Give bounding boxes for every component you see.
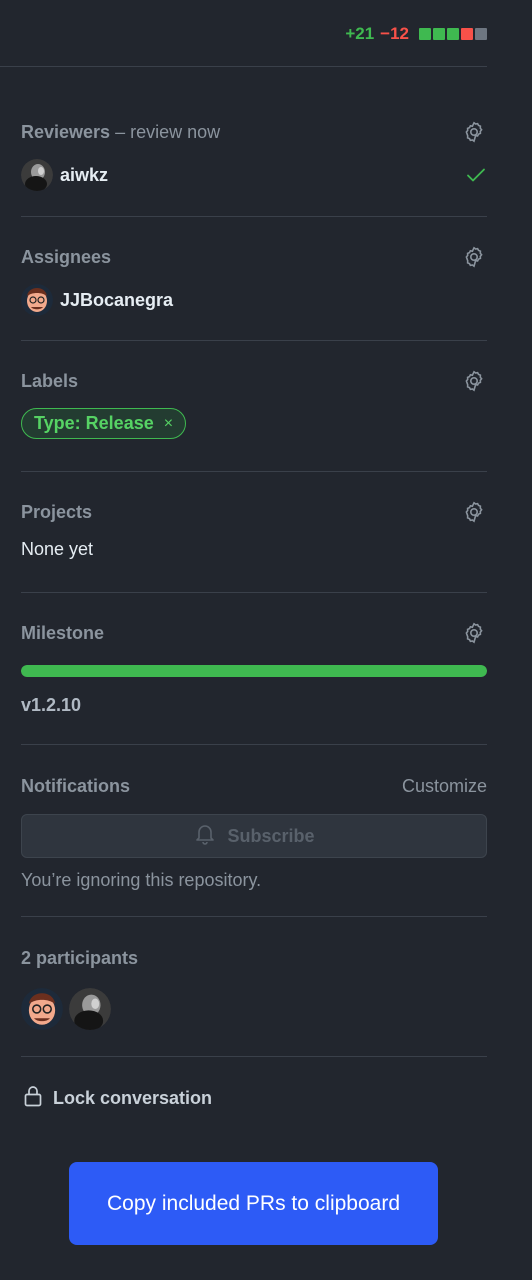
divider xyxy=(21,744,487,745)
projects-title: Projects xyxy=(21,501,93,522)
divider xyxy=(21,916,487,917)
reviewers-title: Reviewers – review now xyxy=(21,121,221,142)
participant-avatar[interactable] xyxy=(21,988,63,1030)
divider xyxy=(0,66,487,67)
assignees-gear-icon[interactable] xyxy=(461,244,487,270)
projects-gear-icon[interactable] xyxy=(461,499,487,525)
diffstat-block xyxy=(447,28,459,40)
subscribe-button[interactable]: Subscribe xyxy=(21,814,487,858)
customize-link[interactable]: Customize xyxy=(402,776,487,797)
additions-count: +21 xyxy=(345,24,375,43)
label-type-release[interactable]: Type: Release × xyxy=(21,408,187,439)
bell-icon xyxy=(193,822,217,851)
divider xyxy=(21,340,487,341)
divider xyxy=(21,1056,487,1057)
avatar xyxy=(21,159,53,191)
copy-prs-button[interactable]: Copy included PRs to clipboard xyxy=(69,1162,438,1245)
remove-label-icon[interactable]: × xyxy=(164,415,173,433)
assignee-name[interactable]: JJBocanegra xyxy=(60,290,173,311)
participants-title: 2 participants xyxy=(21,947,139,968)
divider xyxy=(21,216,487,217)
labels-gear-icon[interactable] xyxy=(461,368,487,394)
label-name: Type: Release xyxy=(34,413,154,433)
milestone-progress-fill xyxy=(21,665,487,677)
diffstat: +21 −12 xyxy=(345,24,487,44)
labels-title: Labels xyxy=(21,370,79,391)
milestone-gear-icon[interactable] xyxy=(461,620,487,646)
subscribe-label: Subscribe xyxy=(227,825,315,846)
lock-conversation-label: Lock conversation xyxy=(53,1088,213,1108)
review-now-hint: – review now xyxy=(110,121,221,142)
reviewer-row[interactable]: aiwkz xyxy=(21,159,487,191)
diffstat-block xyxy=(419,28,431,40)
participant-avatar[interactable] xyxy=(69,988,111,1030)
assignee-row[interactable]: JJBocanegra xyxy=(21,284,487,316)
participants-list xyxy=(21,988,487,1030)
reviewers-gear-icon[interactable] xyxy=(461,119,487,145)
reviewers-section: Reviewers – review now aiwkz xyxy=(21,118,487,191)
approved-check-icon xyxy=(465,164,487,186)
assignees-title: Assignees xyxy=(21,246,112,267)
divider xyxy=(21,592,487,593)
lock-conversation-button[interactable]: Lock conversation xyxy=(21,1083,487,1114)
projects-value: None yet xyxy=(21,539,94,559)
notifications-title: Notifications xyxy=(21,775,131,796)
diffstat-blocks xyxy=(419,28,487,40)
deletions-count: −12 xyxy=(380,24,409,43)
notification-status: You’re ignoring this repository. xyxy=(21,870,262,890)
milestone-progress-bar xyxy=(21,665,487,677)
labels-section: Labels Type: Release × xyxy=(21,367,487,439)
reviewer-name[interactable]: aiwkz xyxy=(60,165,108,186)
milestone-section: Milestone v1.2.10 xyxy=(21,619,487,716)
diffstat-block xyxy=(475,28,487,40)
participants-section: 2 participants xyxy=(21,944,487,1030)
diffstat-block xyxy=(461,28,473,40)
projects-section: Projects None yet xyxy=(21,498,487,560)
milestone-name[interactable]: v1.2.10 xyxy=(21,695,487,716)
lock-section: Lock conversation xyxy=(21,1083,487,1114)
milestone-title: Milestone xyxy=(21,622,105,643)
assignees-section: Assignees JJBocanegra xyxy=(21,243,487,316)
avatar xyxy=(21,284,53,316)
notifications-section: Notifications Customize Subscribe You’re… xyxy=(21,772,487,891)
divider xyxy=(21,471,487,472)
pr-sidebar: +21 −12 Reviewers – review now aiwkz Ass… xyxy=(0,0,532,1280)
lock-icon xyxy=(21,1083,45,1114)
diffstat-block xyxy=(433,28,445,40)
